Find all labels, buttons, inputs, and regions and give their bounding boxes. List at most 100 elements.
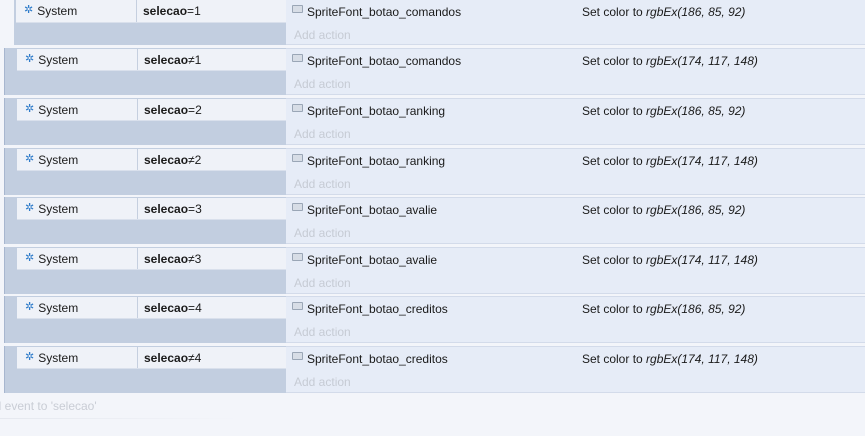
action-prefix: Set color to bbox=[582, 253, 647, 267]
condition-operator: ≠ bbox=[188, 251, 195, 266]
condition-value: 2 bbox=[194, 152, 202, 167]
event-block[interactable]: ✲ System selecao = 3 SpriteFont_botao_av… bbox=[4, 197, 865, 244]
event-block[interactable]: ✲ System selecao = 4 SpriteFont_botao_cr… bbox=[4, 296, 865, 343]
condition-area[interactable]: ✲ System selecao ≠ 4 bbox=[4, 346, 287, 393]
action-area[interactable]: SpriteFont_botao_ranking Set color to rg… bbox=[286, 98, 865, 145]
spritefont-icon bbox=[292, 104, 303, 112]
condition-value: 2 bbox=[195, 102, 202, 117]
action-prefix: Set color to bbox=[582, 203, 647, 217]
condition-row[interactable]: ✲ System selecao ≠ 3 bbox=[17, 248, 287, 270]
gear-icon: ✲ bbox=[25, 53, 35, 65]
condition-area[interactable]: ✲ System selecao = 4 bbox=[4, 296, 287, 343]
condition-object: ✲ System bbox=[17, 297, 137, 318]
condition-row[interactable]: ✲ System selecao ≠ 1 bbox=[17, 49, 287, 71]
condition-row[interactable]: ✲ System selecao = 1 bbox=[16, 0, 286, 23]
condition-variable: selecao bbox=[144, 201, 189, 216]
action-row[interactable]: SpriteFont_botao_ranking Set color to rg… bbox=[286, 99, 865, 123]
condition-variable: selecao bbox=[144, 300, 189, 315]
action-row[interactable]: SpriteFont_botao_comandos Set color to r… bbox=[286, 49, 865, 73]
gear-icon: ✲ bbox=[24, 4, 34, 16]
condition-object-label: System bbox=[38, 350, 79, 365]
condition-text: selecao = 2 bbox=[144, 99, 202, 120]
add-action-link[interactable]: Add action bbox=[294, 25, 351, 45]
spritefont-icon bbox=[292, 54, 303, 62]
event-block[interactable]: ✲ System selecao ≠ 4 SpriteFont_botao_cr… bbox=[4, 346, 865, 393]
condition-variable: selecao bbox=[144, 251, 189, 266]
add-action-link[interactable]: Add action bbox=[294, 74, 351, 94]
action-object-label: SpriteFont_botao_comandos bbox=[307, 54, 462, 68]
action-area[interactable]: SpriteFont_botao_avalie Set color to rgb… bbox=[286, 197, 865, 244]
condition-row[interactable]: ✲ System selecao ≠ 2 bbox=[17, 149, 287, 171]
add-action-link[interactable]: Add action bbox=[294, 372, 351, 392]
action-object: SpriteFont_botao_avalie bbox=[292, 248, 437, 272]
add-action-link[interactable]: Add action bbox=[294, 322, 351, 342]
spritefont-icon bbox=[292, 5, 303, 13]
action-area[interactable]: SpriteFont_botao_creditos Set color to r… bbox=[286, 296, 865, 343]
condition-area[interactable]: ✲ System selecao ≠ 2 bbox=[4, 148, 287, 195]
add-action-link[interactable]: Add action bbox=[294, 174, 351, 194]
action-row[interactable]: SpriteFont_botao_ranking Set color to rg… bbox=[286, 149, 865, 173]
condition-object-label: System bbox=[38, 300, 79, 315]
action-object-label: SpriteFont_botao_comandos bbox=[307, 5, 462, 19]
condition-object: ✲ System bbox=[17, 149, 137, 170]
condition-row[interactable]: ✲ System selecao ≠ 4 bbox=[17, 347, 287, 369]
divider bbox=[137, 198, 138, 219]
spritefont-icon bbox=[292, 203, 303, 211]
add-action-link[interactable]: Add action bbox=[294, 124, 351, 144]
condition-row[interactable]: ✲ System selecao = 4 bbox=[17, 297, 287, 319]
action-area[interactable]: SpriteFont_botao_ranking Set color to rg… bbox=[286, 148, 865, 195]
condition-text: selecao ≠ 3 bbox=[144, 248, 201, 269]
action-object: SpriteFont_botao_avalie bbox=[292, 198, 437, 222]
condition-operator: ≠ bbox=[188, 350, 195, 365]
condition-value: 4 bbox=[194, 350, 202, 365]
add-action-link[interactable]: Add action bbox=[294, 223, 351, 243]
condition-object: ✲ System bbox=[17, 99, 137, 120]
condition-row[interactable]: ✲ System selecao = 2 bbox=[17, 99, 287, 121]
spritefont-icon bbox=[292, 352, 303, 360]
event-block[interactable]: ✲ System selecao = 2 SpriteFont_botao_ra… bbox=[4, 98, 865, 145]
condition-text: selecao = 4 bbox=[144, 297, 202, 318]
condition-area[interactable]: ✲ System selecao = 3 bbox=[4, 197, 287, 244]
condition-area[interactable]: ✲ System selecao = 2 bbox=[4, 98, 287, 145]
divider bbox=[137, 297, 138, 318]
event-block[interactable]: ✲ System selecao ≠ 2 SpriteFont_botao_ra… bbox=[4, 148, 865, 195]
event-block[interactable]: ✲ System selecao ≠ 3 SpriteFont_botao_av… bbox=[4, 247, 865, 294]
action-row[interactable]: SpriteFont_botao_comandos Set color to r… bbox=[286, 0, 865, 24]
condition-variable: selecao bbox=[144, 152, 189, 167]
action-row[interactable]: SpriteFont_botao_creditos Set color to r… bbox=[286, 347, 865, 371]
condition-operator: ≠ bbox=[188, 152, 195, 167]
add-action-link[interactable]: Add action bbox=[294, 273, 351, 293]
condition-area[interactable]: ✲ System selecao ≠ 1 bbox=[4, 48, 287, 95]
action-area[interactable]: SpriteFont_botao_creditos Set color to r… bbox=[286, 346, 865, 393]
action-row[interactable]: SpriteFont_botao_avalie Set color to rgb… bbox=[286, 198, 865, 222]
gear-icon: ✲ bbox=[25, 351, 35, 363]
condition-object: ✲ System bbox=[17, 198, 137, 219]
gear-icon: ✲ bbox=[25, 202, 35, 214]
action-area[interactable]: SpriteFont_botao_avalie Set color to rgb… bbox=[286, 247, 865, 294]
condition-area[interactable]: ✲ System selecao ≠ 3 bbox=[4, 247, 287, 294]
event-block[interactable]: ✲ System selecao = 1 SpriteFont_botao_co… bbox=[14, 0, 865, 45]
add-event-link[interactable]: ld event to 'selecao' bbox=[0, 396, 97, 416]
condition-operator: = bbox=[188, 201, 196, 216]
divider bbox=[137, 149, 138, 170]
condition-object-label: System bbox=[38, 102, 79, 117]
action-row[interactable]: SpriteFont_botao_avalie Set color to rgb… bbox=[286, 248, 865, 272]
action-object: SpriteFont_botao_creditos bbox=[292, 297, 448, 321]
condition-area[interactable]: ✲ System selecao = 1 bbox=[14, 0, 286, 45]
action-expression: rgbEx(174, 117, 148) bbox=[646, 54, 758, 68]
action-object-label: SpriteFont_botao_creditos bbox=[307, 302, 448, 316]
condition-object: ✲ System bbox=[16, 0, 136, 22]
action-object: SpriteFont_botao_comandos bbox=[292, 0, 461, 24]
action-object: SpriteFont_botao_ranking bbox=[292, 149, 445, 173]
action-row[interactable]: SpriteFont_botao_creditos Set color to r… bbox=[286, 297, 865, 321]
condition-row[interactable]: ✲ System selecao = 3 bbox=[17, 198, 287, 220]
condition-text: selecao ≠ 1 bbox=[144, 49, 201, 70]
action-area[interactable]: SpriteFont_botao_comandos Set color to r… bbox=[286, 48, 865, 95]
action-expression: rgbEx(186, 85, 92) bbox=[646, 203, 746, 217]
action-area[interactable]: SpriteFont_botao_comandos Set color to r… bbox=[286, 0, 865, 45]
gear-icon: ✲ bbox=[25, 153, 35, 165]
divider bbox=[137, 248, 138, 269]
action-object-label: SpriteFont_botao_ranking bbox=[307, 154, 446, 168]
condition-variable: selecao bbox=[144, 52, 189, 67]
event-block[interactable]: ✲ System selecao ≠ 1 SpriteFont_botao_co… bbox=[4, 48, 865, 95]
